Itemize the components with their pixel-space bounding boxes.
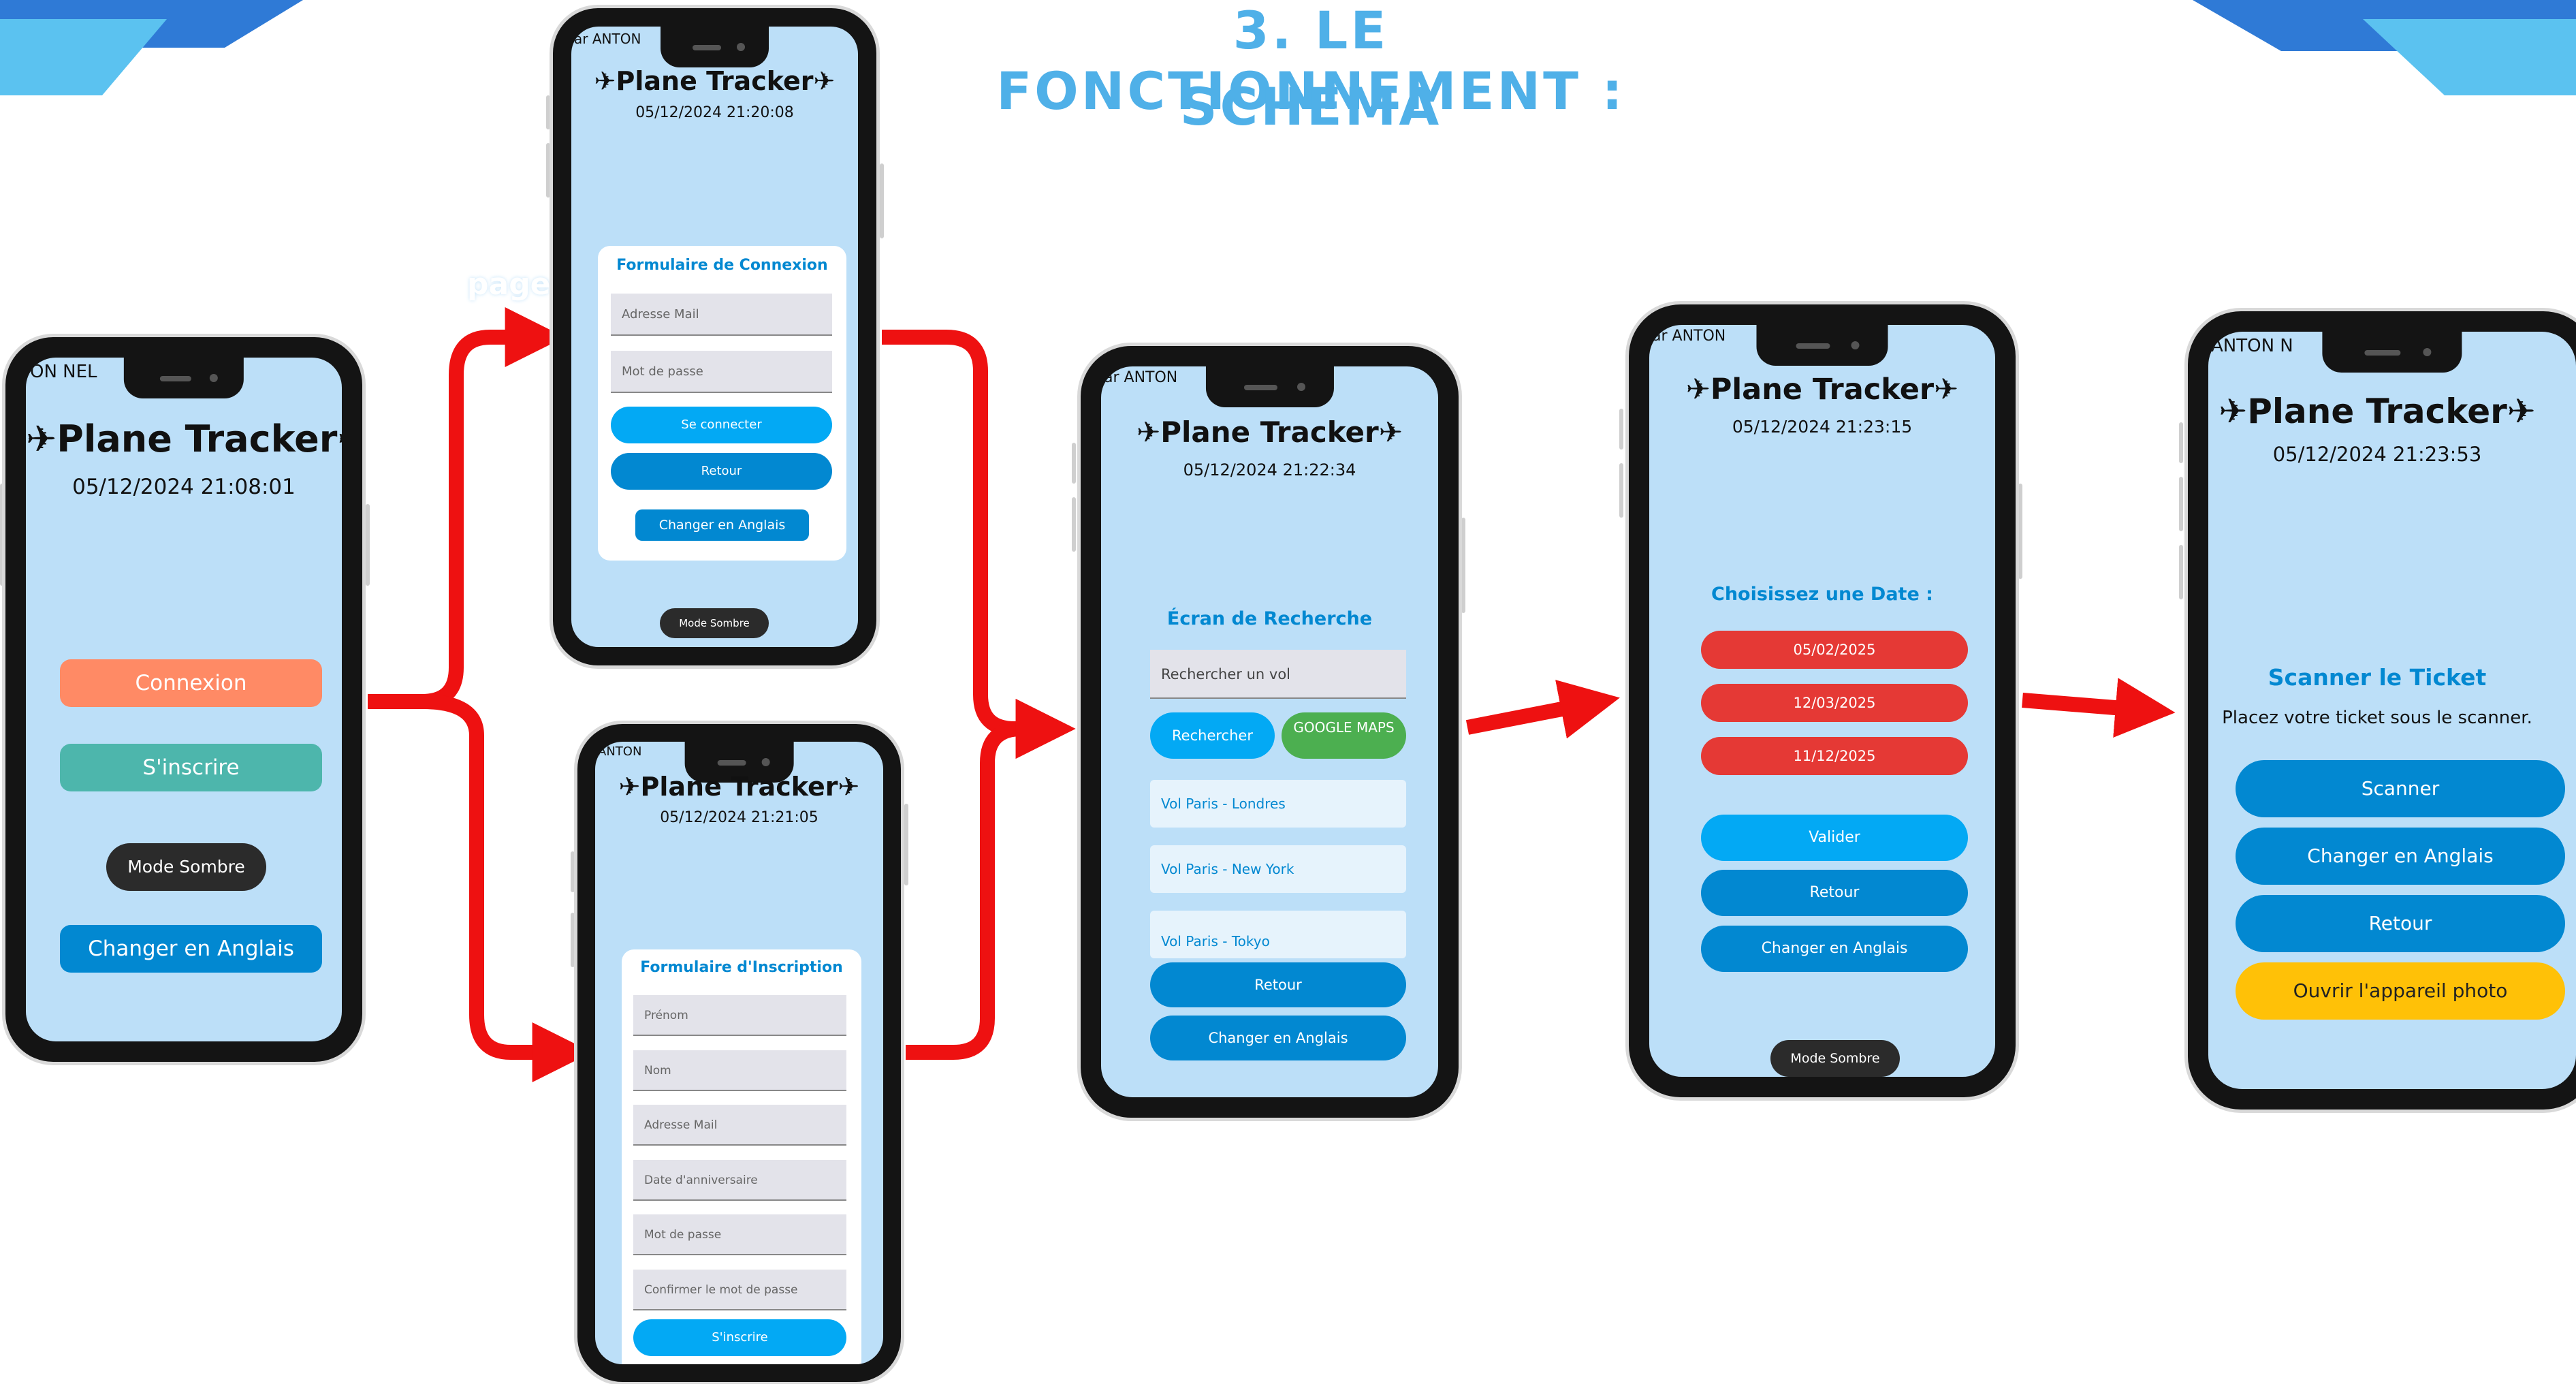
validate-button[interactable]: Valider [1701, 815, 1968, 861]
arrow-login-to-search [882, 330, 1076, 759]
form-title: Formulaire d'Inscription [640, 959, 843, 976]
search-button[interactable]: Rechercher [1150, 712, 1275, 759]
scanner-instruction: Placez votre ticket sous le scanner. [2222, 708, 2532, 728]
signup-button[interactable]: S'inscrire [60, 744, 322, 791]
flight-item[interactable]: Vol Paris - New York [1150, 845, 1406, 893]
form-title: Formulaire de Connexion [616, 257, 828, 274]
english-button[interactable]: Changer en Anglais [635, 509, 809, 541]
firstname-field[interactable]: Prénom [633, 995, 846, 1036]
open-camera-button[interactable]: Ouvrir l'appareil photo [2236, 962, 2565, 1020]
status-text: ANTON [598, 744, 642, 759]
connect-button[interactable]: Se connecter [611, 407, 832, 443]
phone-home: ON NEL ✈Plane Tracker✈ 05/12/2024 21:08:… [5, 337, 362, 1062]
datetime: 05/12/2024 21:22:34 [1183, 460, 1356, 479]
screen-title: Choisissez une Date : [1711, 584, 1933, 605]
phone-notch [2322, 332, 2462, 373]
scanner-screen: ANTON N ✈Plane Tracker✈ 05/12/2024 21:23… [2208, 332, 2576, 1089]
email-field[interactable]: Adresse Mail [633, 1105, 846, 1146]
phone-scanner: ANTON N ✈Plane Tracker✈ 05/12/2024 21:23… [2188, 311, 2576, 1110]
english-button[interactable]: Changer en Anglais [1701, 926, 1968, 972]
arrow-home-to-signup [422, 694, 592, 1082]
lastname-field[interactable]: Nom [633, 1050, 846, 1091]
phone-notch [123, 358, 244, 398]
phone-signup: ANTON ✈Plane Tracker✈ 05/12/2024 21:21:0… [577, 724, 901, 1382]
english-button[interactable]: Changer en Anglais [60, 925, 322, 973]
arrow-signup-to-search [906, 699, 1076, 1060]
confirm-password-field[interactable]: Confirmer le mot de passe [633, 1270, 846, 1310]
screen-title: Écran de Recherche [1166, 608, 1373, 629]
password-field[interactable]: Mot de passe [611, 351, 832, 393]
screen-title: Scanner le Ticket [2268, 664, 2487, 691]
login-button[interactable]: Connexion [60, 659, 322, 707]
date-option[interactable]: 05/02/2025 [1701, 631, 1968, 669]
english-button[interactable]: Changer en Anglais [2236, 828, 2565, 885]
password-field[interactable]: Mot de passe [633, 1214, 846, 1255]
phone-login: ar ANTON ✈Plane Tracker✈ 05/12/2024 21:2… [553, 8, 876, 665]
signup-form-card: Formulaire d'Inscription Prénom Nom Adre… [622, 949, 861, 1364]
datetime: 05/12/2024 21:20:08 [635, 104, 794, 121]
app-title: ✈Plane Tracker✈ [1685, 373, 1959, 407]
date-option[interactable]: 11/12/2025 [1701, 737, 1968, 775]
back-button[interactable]: Retour [2236, 895, 2565, 952]
app-title: ✈Plane Tracker✈ [26, 418, 342, 460]
dates-screen: ar ANTON ✈Plane Tracker✈ 05/12/2024 21:2… [1649, 325, 1995, 1077]
app-title: ✈Plane Tracker✈ [594, 66, 836, 96]
search-screen: ar ANTON ✈Plane Tracker✈ 05/12/2024 21:2… [1101, 366, 1438, 1097]
datetime: 05/12/2024 21:08:01 [72, 475, 296, 499]
arrow-home-to-login [368, 307, 565, 709]
back-button[interactable]: Retour [1150, 962, 1406, 1007]
google-maps-label: GOOGLE MAPS [1293, 719, 1395, 736]
home-screen: ON NEL ✈Plane Tracker✈ 05/12/2024 21:08:… [26, 358, 342, 1041]
status-text: ar ANTON [1104, 369, 1178, 386]
email-field[interactable]: Adresse Mail [611, 294, 832, 336]
login-form-card: Formulaire de Connexion Adresse Mail Mot… [598, 246, 846, 561]
phone-notch [1756, 325, 1888, 366]
app-title: ✈Plane Tracker✈ [1136, 415, 1403, 449]
flight-item[interactable]: Vol Paris - Londres [1150, 780, 1406, 828]
login-screen: ar ANTON ✈Plane Tracker✈ 05/12/2024 21:2… [571, 27, 858, 647]
datetime: 05/12/2024 21:23:53 [2272, 443, 2482, 466]
status-text: ANTON N [2211, 336, 2293, 356]
phone-notch [660, 27, 769, 67]
datetime: 05/12/2024 21:21:05 [660, 809, 818, 826]
signup-submit-button[interactable]: S'inscrire [633, 1319, 846, 1356]
signup-screen: ANTON ✈Plane Tracker✈ 05/12/2024 21:21:0… [595, 742, 883, 1364]
flight-item[interactable]: Vol Paris - Tokyo [1150, 911, 1406, 958]
birthdate-field[interactable]: Date d'anniversaire [633, 1160, 846, 1201]
status-text: ON NEL [30, 362, 97, 382]
phone-dates: ar ANTON ✈Plane Tracker✈ 05/12/2024 21:2… [1629, 304, 2016, 1097]
dark-mode-button[interactable]: Mode Sombre [106, 843, 266, 891]
arrow-dates-to-scanner [2022, 678, 2176, 738]
arrow-search-to-dates [1465, 680, 1620, 739]
status-text: ar ANTON [574, 31, 641, 47]
search-input[interactable]: Rechercher un vol [1150, 650, 1406, 699]
back-button[interactable]: Retour [611, 453, 832, 490]
phone-notch [1205, 366, 1334, 407]
app-title: ✈Plane Tracker✈ [618, 772, 860, 802]
datetime: 05/12/2024 21:23:15 [1732, 417, 1913, 437]
back-button[interactable]: Retour [1701, 870, 1968, 916]
phone-search: ar ANTON ✈Plane Tracker✈ 05/12/2024 21:2… [1081, 346, 1459, 1118]
dark-mode-button[interactable]: Mode Sombre [660, 608, 769, 638]
status-text: ar ANTON [1652, 328, 1726, 345]
english-button[interactable]: Changer en Anglais [1150, 1016, 1406, 1060]
app-title: ✈Plane Tracker✈ [2219, 392, 2536, 431]
google-maps-button[interactable]: GOOGLE MAPS [1282, 712, 1406, 759]
scan-button[interactable]: Scanner [2236, 760, 2565, 817]
date-option[interactable]: 12/03/2025 [1701, 684, 1968, 722]
dark-mode-button[interactable]: Mode Sombre [1770, 1040, 1900, 1077]
